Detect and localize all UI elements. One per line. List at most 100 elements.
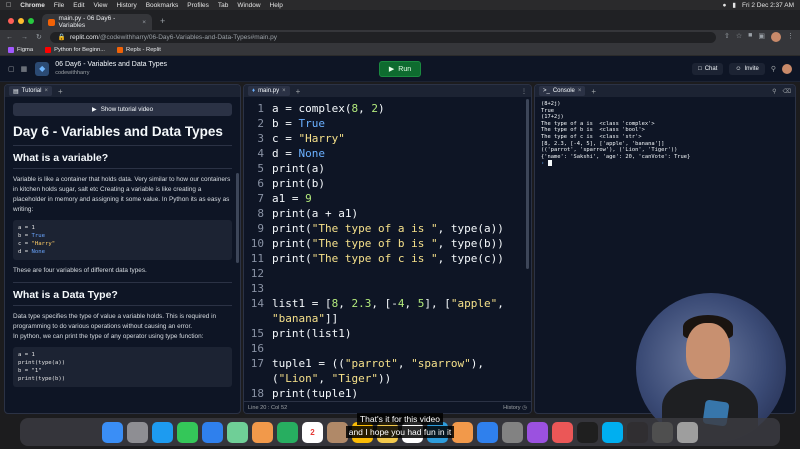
code-line[interactable]: 1 a = complex(8, 2): [244, 101, 531, 116]
add-tab-icon[interactable]: +: [296, 87, 301, 96]
mail-icon[interactable]: [202, 421, 223, 443]
code-line[interactable]: 14 list1 = [8, 2.3, [-4, 5], ["apple",: [244, 296, 531, 311]
code-line[interactable]: 5 print(a): [244, 161, 531, 176]
menubar-view[interactable]: View: [94, 2, 108, 9]
add-tab-icon[interactable]: +: [591, 87, 596, 96]
maps-icon[interactable]: [227, 421, 248, 443]
close-tab-icon[interactable]: ×: [44, 88, 48, 94]
code-line[interactable]: 2 b = True: [244, 116, 531, 131]
wifi-icon[interactable]: ●: [722, 2, 726, 9]
tutorial-scrollbar[interactable]: [236, 173, 239, 263]
code-line[interactable]: 7 a1 = 9: [244, 191, 531, 206]
code-line[interactable]: 4 d = None: [244, 146, 531, 161]
invite-button[interactable]: ☺ Invite: [729, 62, 765, 75]
menubar-window[interactable]: Window: [237, 2, 260, 9]
minimize-window-icon[interactable]: [18, 18, 24, 24]
maximize-window-icon[interactable]: [28, 18, 34, 24]
tab-console[interactable]: >_ Console ×: [539, 86, 586, 96]
menubar-tab[interactable]: Tab: [218, 2, 228, 9]
messages-icon[interactable]: [177, 421, 198, 443]
reload-icon[interactable]: ↻: [36, 33, 42, 41]
close-tab-icon[interactable]: ×: [282, 88, 286, 94]
sidebar-toggle-icon[interactable]: ▢: [8, 65, 15, 73]
code-line[interactable]: 16: [244, 341, 531, 356]
console-prompt[interactable]: ›: [541, 160, 789, 167]
close-window-icon[interactable]: [8, 18, 14, 24]
line-number: 7: [257, 192, 264, 205]
back-icon[interactable]: ←: [6, 34, 13, 41]
extensions-icon[interactable]: ■: [748, 32, 752, 42]
skype-icon[interactable]: [602, 421, 623, 443]
code-line[interactable]: "banana"]]: [244, 311, 531, 326]
code-line[interactable]: 17 tuple1 = (("parrot", "sparrow"),: [244, 356, 531, 371]
code-line[interactable]: 9 print("The type of a is ", type(a)): [244, 221, 531, 236]
forward-icon[interactable]: →: [21, 34, 28, 41]
settings-icon[interactable]: [502, 421, 523, 443]
calendar-icon[interactable]: 2: [302, 421, 323, 443]
code-line[interactable]: 6 print(b): [244, 176, 531, 191]
battery-icon[interactable]: ▮: [732, 1, 736, 9]
menubar-datetime[interactable]: Fri 2 Dec 2:37 AM: [742, 2, 794, 9]
bookmark-python-beginners[interactable]: Python for Beginn...: [45, 46, 105, 53]
code-line[interactable]: 8 print(a + a1): [244, 206, 531, 221]
menubar-profiles[interactable]: Profiles: [187, 2, 209, 9]
menubar-edit[interactable]: Edit: [73, 2, 84, 9]
address-bar[interactable]: 🔒 replit.com/@codewithharry/06-Day6-Vari…: [49, 31, 716, 43]
code-line[interactable]: 18 print(tuple1): [244, 386, 531, 401]
facetime-icon[interactable]: [277, 421, 298, 443]
code-line[interactable]: ("Lion", "Tiger")): [244, 371, 531, 386]
chrome-menu-icon[interactable]: ⋮: [787, 32, 794, 42]
run-button[interactable]: ▶ Run: [379, 61, 421, 77]
profile-avatar[interactable]: [771, 32, 781, 42]
layout-icon[interactable]: ▦: [21, 65, 28, 73]
chat-button[interactable]: □ Chat: [692, 62, 724, 75]
console-clear-icon[interactable]: ⌫: [783, 88, 791, 95]
xcode-icon[interactable]: [477, 421, 498, 443]
repl-title-block[interactable]: 06 Day6 - Variables and Data Types codew…: [55, 61, 167, 77]
code-line[interactable]: 3 c = "Harry": [244, 131, 531, 146]
bookmark-star-icon[interactable]: ☆: [736, 32, 742, 42]
editor-scrollbar[interactable]: [526, 99, 529, 269]
tab-tutorial[interactable]: ▤ Tutorial ×: [9, 86, 52, 96]
finder-icon[interactable]: [102, 421, 123, 443]
photos-icon[interactable]: [252, 421, 273, 443]
new-tab-icon[interactable]: +: [160, 16, 165, 26]
terminal-icon[interactable]: [577, 421, 598, 443]
obs-icon[interactable]: [627, 421, 648, 443]
history-button[interactable]: History ◷: [503, 405, 527, 411]
bookmark-repls[interactable]: Repls - Replit: [117, 46, 161, 53]
apple-icon[interactable]: : [6, 2, 11, 9]
menubar-bookmarks[interactable]: Bookmarks: [146, 2, 179, 9]
safari-icon[interactable]: [152, 421, 173, 443]
repl-language-icon[interactable]: ◆: [35, 61, 50, 76]
podcasts-icon[interactable]: [527, 421, 548, 443]
trash-icon[interactable]: [677, 421, 698, 443]
close-tab-icon[interactable]: ×: [578, 88, 582, 94]
show-tutorial-video-button[interactable]: ▶ Show tutorial video: [13, 103, 232, 116]
menubar-help[interactable]: Help: [270, 2, 283, 9]
launchpad-icon[interactable]: [127, 421, 148, 443]
console-search-icon[interactable]: ⚲: [772, 88, 776, 95]
code-editor[interactable]: 1a = complex(8, 2) 2 b = True 3 c = "Harry" 4…: [244, 97, 531, 401]
music-icon[interactable]: [552, 421, 573, 443]
code-line[interactable]: 13: [244, 281, 531, 296]
bookmark-figma[interactable]: Figma: [8, 46, 33, 53]
add-tab-icon[interactable]: +: [58, 87, 63, 96]
code-line[interactable]: 12: [244, 266, 531, 281]
console-output[interactable]: (8+2j) True (17+2j) The type of a is <class…: [535, 97, 795, 171]
menubar-history[interactable]: History: [116, 2, 136, 9]
close-tab-icon[interactable]: ×: [142, 19, 146, 26]
code-line[interactable]: 10 print("The type of b is ", type(b)): [244, 236, 531, 251]
screen-icon[interactable]: [652, 421, 673, 443]
menubar-file[interactable]: File: [54, 2, 64, 9]
code-line[interactable]: 15 print(list1): [244, 326, 531, 341]
more-options-icon[interactable]: ⋮: [521, 88, 527, 95]
share-icon[interactable]: ⇧: [724, 32, 730, 42]
user-avatar[interactable]: [782, 63, 792, 74]
search-icon[interactable]: ⚲: [771, 65, 776, 73]
sidepanel-icon[interactable]: ▣: [758, 32, 765, 42]
browser-tab-active[interactable]: main.py - 06 Day6 - Variables ×: [42, 14, 152, 30]
tab-main-py[interactable]: ♦ main.py ×: [248, 86, 290, 96]
code-line[interactable]: 11 print("The type of c is ", type(c)): [244, 251, 531, 266]
menubar-app-name[interactable]: Chrome: [20, 2, 45, 9]
